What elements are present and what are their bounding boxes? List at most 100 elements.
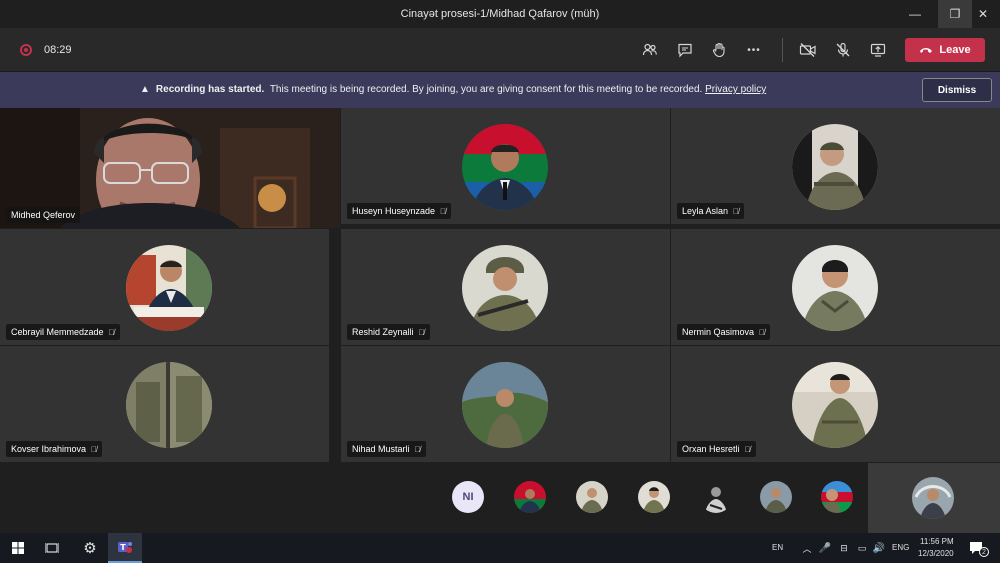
keyboard-lang-indicator[interactable]: EN <box>772 543 783 552</box>
participant-tile[interactable]: Cebrayil Memmedzade 🎙̸ <box>0 229 329 345</box>
participant-tile[interactable]: Huseyn Huseynzade 🎙̸ <box>341 108 670 224</box>
mic-off-icon: 🎙̸ <box>733 206 740 216</box>
participants-button[interactable] <box>640 40 660 60</box>
participant-name-tag: Orxan Hesretli 🎙̸ <box>677 441 756 457</box>
share-screen-icon <box>870 43 886 57</box>
gear-icon: ⚙ <box>83 540 97 557</box>
battery-tray-icon[interactable]: ▭ <box>854 533 870 563</box>
participant-avatar <box>462 245 548 331</box>
camera-off-icon <box>799 43 816 57</box>
notifications-button[interactable]: 2 <box>966 533 989 563</box>
battery-icon: ▭ <box>857 542 867 553</box>
participant-name-tag: Nermin Qasimova 🎙̸ <box>677 324 771 340</box>
participant-avatar <box>126 245 212 331</box>
participant-name-tag: Huseyn Huseynzade 🎙̸ <box>347 203 452 219</box>
mic-off-icon: 🎙̸ <box>744 444 751 454</box>
network-icon: ⊟ <box>840 542 848 553</box>
banner-text: This meeting is being recorded. By joini… <box>269 84 703 95</box>
participant-name-tag: Reshid Zeynalli 🎙̸ <box>347 324 430 340</box>
window-title: Cinayət prosesi-1/Midhad Qafarov (müh) <box>400 8 600 20</box>
windows-logo-icon <box>12 542 24 554</box>
participant-tile[interactable]: Reshid Zeynalli 🎙̸ <box>341 229 670 345</box>
participant-name-tag: Midhed Qeferov <box>6 207 81 223</box>
hand-icon <box>712 42 725 58</box>
strip-avatar[interactable] <box>576 481 608 513</box>
banner-bold-text: Recording has started. <box>155 84 265 95</box>
people-icon <box>642 43 657 56</box>
participant-strip: NI <box>0 463 1000 533</box>
meeting-toolbar: 08:29 ••• Leave <box>0 28 1000 72</box>
windows-taskbar: ⚙ T EN ︿ 🎤 ⊟ ▭ 🔊 ENG 11:56 PM 12/3/2020 … <box>0 533 1000 563</box>
banner-message: ▲ Recording has started. This meeting is … <box>140 84 766 95</box>
participant-avatar <box>792 362 878 448</box>
more-actions-button[interactable]: ••• <box>744 40 764 60</box>
input-lang-indicator[interactable]: ENG <box>892 543 909 552</box>
chat-button[interactable] <box>675 40 695 60</box>
participant-tile[interactable]: Orxan Hesretli 🎙̸ <box>671 346 1000 462</box>
participant-name-tag: Kovser Ibrahimova 🎙̸ <box>6 441 103 457</box>
mic-off-icon <box>836 42 850 57</box>
participant-tile[interactable]: Kovser Ibrahimova 🎙̸ <box>0 346 329 462</box>
start-button[interactable] <box>6 533 30 563</box>
participant-avatar <box>126 362 212 448</box>
share-button[interactable] <box>868 40 888 60</box>
recording-banner: ▲ Recording has started. This meeting is … <box>0 72 1000 108</box>
raise-hand-button[interactable] <box>709 40 729 60</box>
mic-off-icon: 🎙̸ <box>759 327 766 337</box>
mic-off-icon: 🎙̸ <box>418 327 425 337</box>
dismiss-button[interactable]: Dismiss <box>922 78 992 102</box>
participant-tile[interactable]: Leyla Aslan 🎙̸ <box>671 108 1000 224</box>
teams-taskbar-button[interactable]: T <box>108 533 142 563</box>
speaker-icon: 🔊 <box>872 542 886 554</box>
toolbar-divider <box>782 38 783 62</box>
warning-icon: ▲ <box>140 84 150 95</box>
mic-off-icon: 🎙̸ <box>440 206 447 216</box>
mic-toggle[interactable] <box>833 40 853 60</box>
participant-tile-video[interactable]: Midhed Qeferov <box>0 108 340 228</box>
participant-avatar <box>462 124 548 210</box>
strip-avatar[interactable] <box>700 481 732 513</box>
participant-tile[interactable]: Nermin Qasimova 🎙̸ <box>671 229 1000 345</box>
self-view-tile[interactable] <box>868 463 1000 533</box>
camera-toggle[interactable] <box>798 40 818 60</box>
minimize-button[interactable]: — <box>898 0 932 28</box>
strip-avatar[interactable] <box>760 481 792 513</box>
participant-initials-avatar[interactable]: NI <box>452 481 484 513</box>
mic-off-icon: 🎙̸ <box>91 444 98 454</box>
volume-tray-icon[interactable]: 🔊 <box>872 533 886 563</box>
leave-button[interactable]: Leave <box>905 38 985 62</box>
privacy-policy-link[interactable]: Privacy policy <box>705 84 766 95</box>
task-view-icon <box>45 543 59 553</box>
strip-avatar[interactable] <box>638 481 670 513</box>
notification-count: 2 <box>979 547 989 557</box>
mic-icon: 🎤 <box>818 542 832 554</box>
participant-name-tag: Nihad Mustarli 🎙̸ <box>347 441 426 457</box>
participant-name-tag: Cebrayil Memmedzade 🎙̸ <box>6 324 120 340</box>
close-button[interactable]: ✕ <box>966 0 1000 28</box>
meeting-timer: 08:29 <box>44 44 72 56</box>
clock-date[interactable]: 12/3/2020 <box>918 549 954 558</box>
participant-tile[interactable]: Nihad Mustarli 🎙̸ <box>341 346 670 462</box>
strip-avatar[interactable] <box>514 481 546 513</box>
strip-avatar[interactable] <box>821 481 853 513</box>
mic-off-icon: 🎙̸ <box>414 444 421 454</box>
participant-avatar <box>462 362 548 448</box>
participant-grid: Midhed Qeferov Huseyn Huseynzade 🎙̸ Leyla… <box>0 108 1000 463</box>
chat-icon <box>678 43 692 58</box>
network-tray-icon[interactable]: ⊟ <box>836 533 852 563</box>
title-bar: Cinayət prosesi-1/Midhad Qafarov (müh) —… <box>0 0 1000 28</box>
phone-hangup-icon <box>920 48 933 53</box>
participant-name-tag: Leyla Aslan 🎙̸ <box>677 203 745 219</box>
show-hidden-icons[interactable]: ︿ <box>800 533 814 563</box>
clock-time[interactable]: 11:56 PM <box>920 537 954 546</box>
teams-icon: T <box>118 542 132 553</box>
leave-label: Leave <box>939 44 971 56</box>
microphone-tray-icon[interactable]: 🎤 <box>818 533 832 563</box>
task-view-button[interactable] <box>40 533 64 563</box>
chevron-up-icon: ︿ <box>802 543 812 554</box>
participant-avatar <box>792 124 878 210</box>
recording-icon <box>20 44 32 56</box>
mic-off-icon: 🎙̸ <box>108 327 115 337</box>
svg-text:T: T <box>120 543 126 552</box>
settings-taskbar-button[interactable]: ⚙ <box>76 533 104 563</box>
